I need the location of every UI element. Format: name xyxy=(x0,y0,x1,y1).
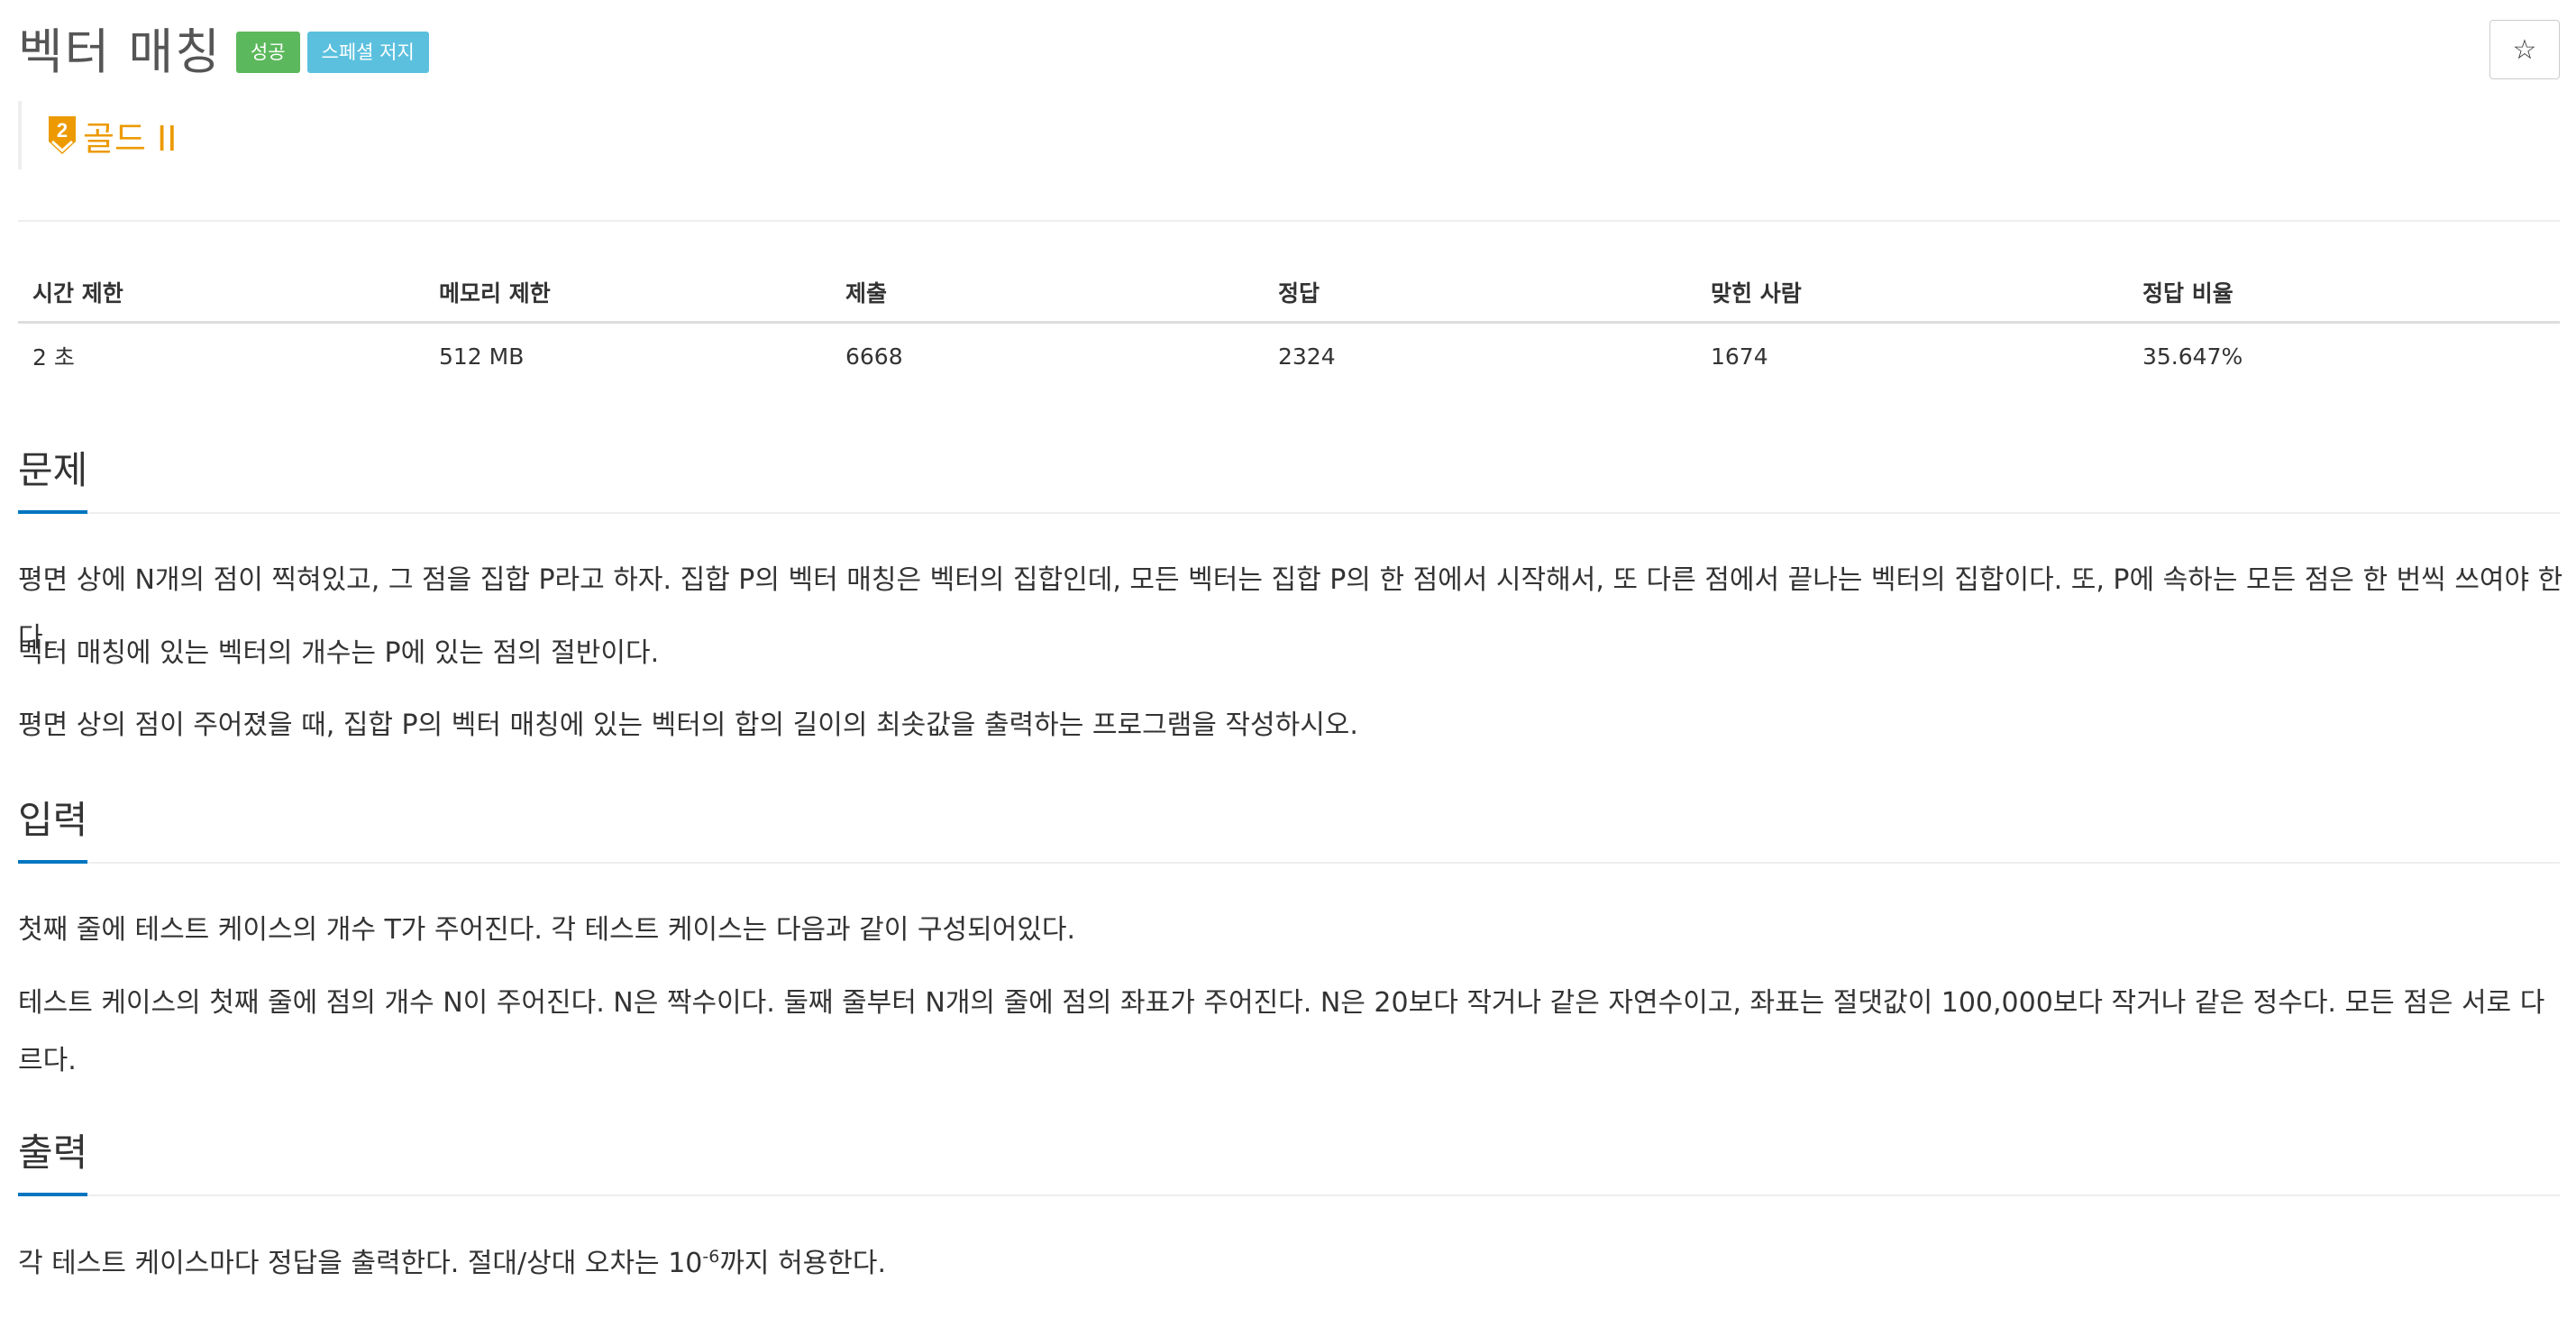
success-badge[interactable]: 성공 xyxy=(235,32,300,73)
tier-number: 2 xyxy=(57,119,68,142)
problem-section-header: 문제 xyxy=(18,442,2560,514)
time-limit-value: 2 초 xyxy=(32,344,75,371)
submissions-value[interactable]: 6668 xyxy=(831,323,1264,389)
accept-ratio-value: 35.647% xyxy=(2142,343,2243,370)
accepted-value[interactable]: 2324 xyxy=(1264,323,1696,389)
star-button[interactable]: ☆ xyxy=(2489,20,2560,79)
header-divider xyxy=(18,220,2560,222)
problem-paragraph-2: 벡터 매칭에 있는 벡터의 개수는 P에 있는 점의 절반이다. xyxy=(18,637,660,669)
input-paragraph-1: 첫째 줄에 테스트 케이스의 개수 T가 주어진다. 각 테스트 케이스는 다음… xyxy=(18,914,1076,946)
tier-block: 2 골드 II xyxy=(18,101,177,169)
gold-tier-icon: 2 xyxy=(49,116,76,154)
special-judge-badge[interactable]: 스페셜 저지 xyxy=(306,32,429,73)
problem-section-title: 문제 xyxy=(18,442,88,514)
header-solved-users: 맞힌 사람 xyxy=(1696,263,2128,324)
output-paragraph: 각 테스트 케이스마다 정답을 출력한다. 절대/상대 오차는 10-6까지 허… xyxy=(18,1235,2569,1293)
header-accept-ratio: 정답 비율 xyxy=(2128,263,2560,324)
output-section-header: 출력 xyxy=(18,1124,2560,1196)
title-row: 벡터 매칭 성공 스페셜 저지 xyxy=(18,20,429,85)
output-text-after: 까지 허용한다. xyxy=(719,1248,887,1279)
table-header-row: 시간 제한 메모리 제한 제출 정답 맞힌 사람 정답 비율 xyxy=(18,263,2560,324)
output-section-title: 출력 xyxy=(18,1124,88,1196)
output-text-before: 각 테스트 케이스마다 정답을 출력한다. 절대/상대 오차는 10 xyxy=(18,1248,703,1279)
problem-title: 벡터 매칭 xyxy=(18,23,222,80)
input-section-title: 입력 xyxy=(18,792,88,864)
input-section-header: 입력 xyxy=(18,792,2560,864)
header-memory-limit: 메모리 제한 xyxy=(425,263,831,324)
header-time-limit: 시간 제한 xyxy=(18,263,425,324)
input-paragraph-2: 테스트 케이스의 첫째 줄에 점의 개수 N이 주어진다. N은 짝수이다. 둘… xyxy=(18,987,2545,1076)
table-row: 2 초 512 MB 6668 2324 1674 35.647% xyxy=(18,323,2560,389)
tier-label[interactable]: 골드 II xyxy=(83,111,177,160)
header-accepted: 정답 xyxy=(1264,263,1696,324)
memory-limit-value: 512 MB xyxy=(439,343,525,370)
output-superscript: -6 xyxy=(702,1247,720,1267)
problem-paragraph-3: 평면 상의 점이 주어졌을 때, 집합 P의 벡터 매칭에 있는 벡터의 합의 … xyxy=(18,709,1358,741)
solved-users-value[interactable]: 1674 xyxy=(1696,323,2128,389)
star-icon: ☆ xyxy=(2512,33,2537,66)
problem-info-table: 시간 제한 메모리 제한 제출 정답 맞힌 사람 정답 비율 2 초 512 M… xyxy=(18,263,2560,389)
header-submissions: 제출 xyxy=(831,263,1264,324)
